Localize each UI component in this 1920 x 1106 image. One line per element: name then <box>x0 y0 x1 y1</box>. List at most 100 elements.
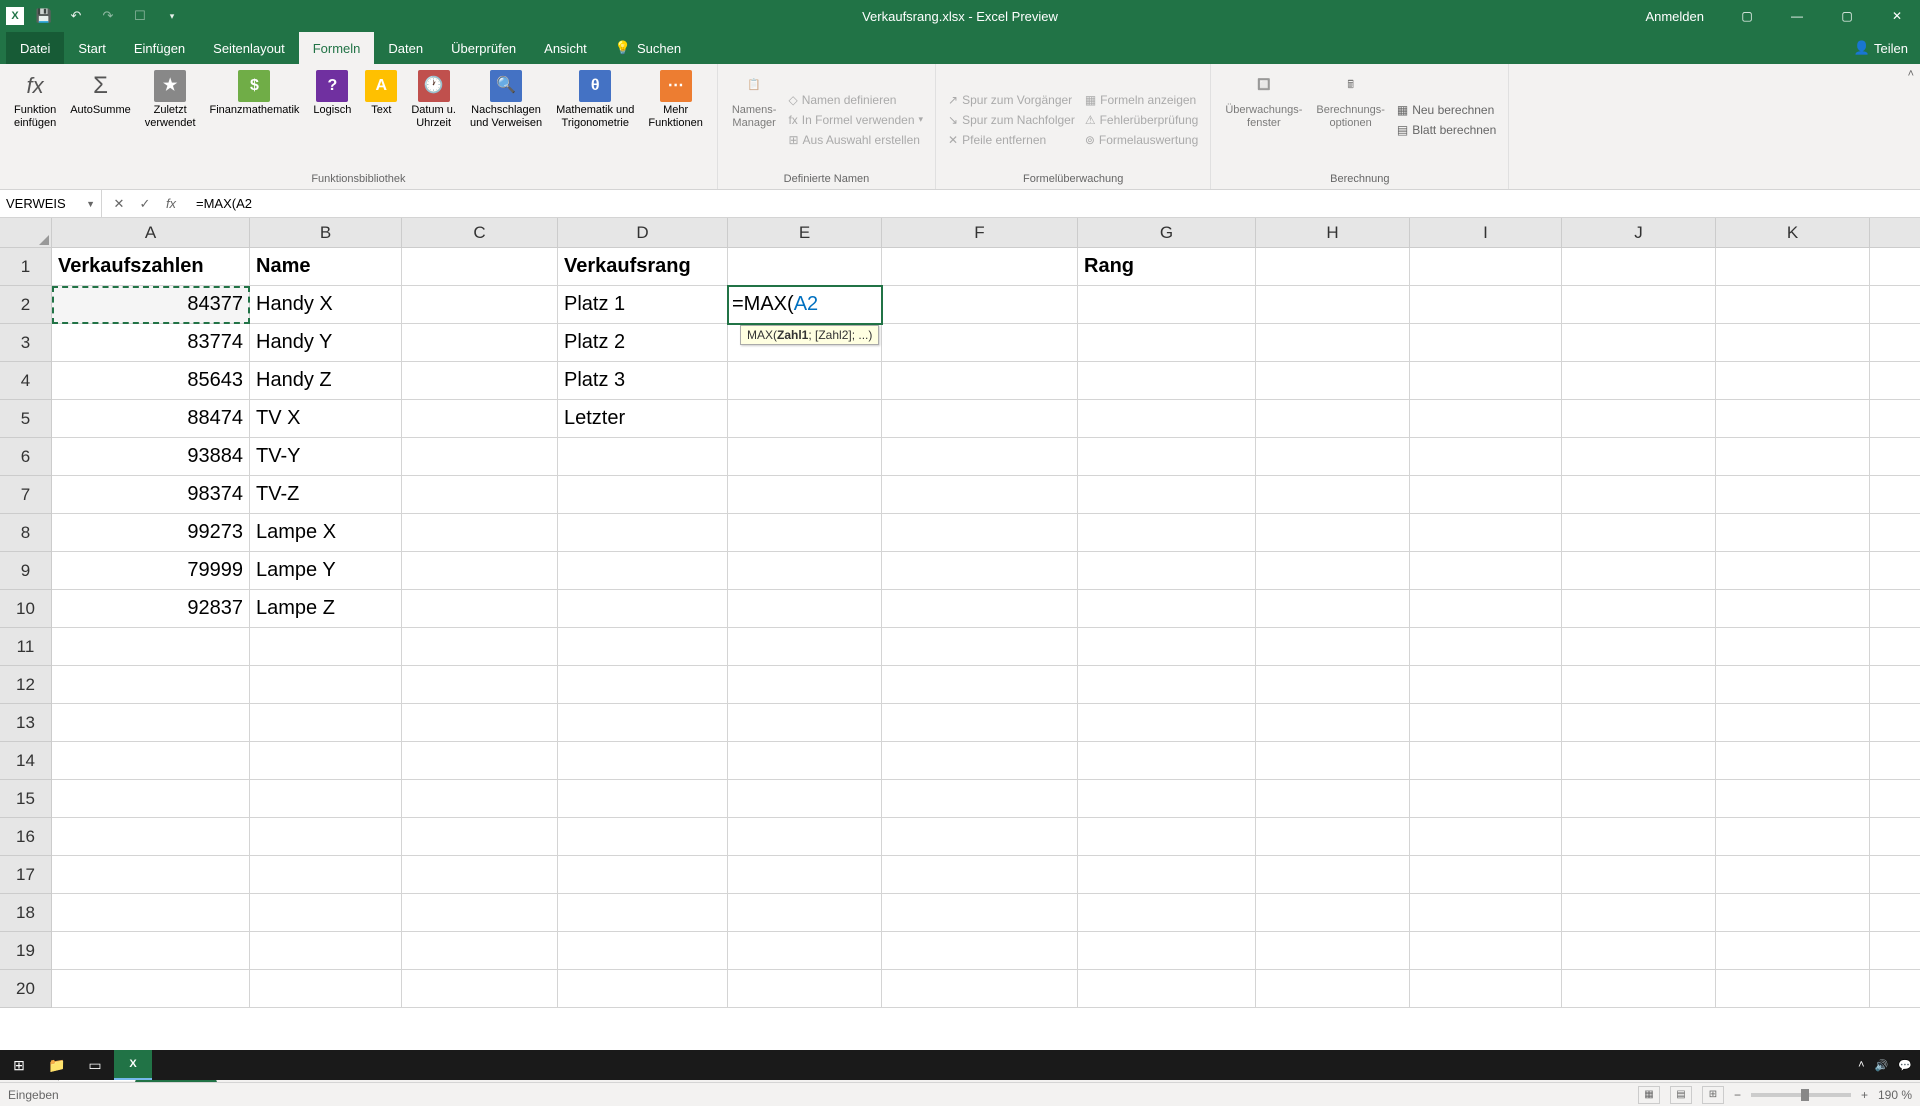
cell-K2[interactable] <box>1716 286 1870 324</box>
cell-C16[interactable] <box>402 818 558 856</box>
cell-J20[interactable] <box>1562 970 1716 1008</box>
cell-B8[interactable]: Lampe X <box>250 514 402 552</box>
cell-C14[interactable] <box>402 742 558 780</box>
cell-A17[interactable] <box>52 856 250 894</box>
column-header-A[interactable]: A <box>52 218 250 248</box>
calc-sheet-button[interactable]: ▤Blatt berechnen <box>1393 121 1500 139</box>
cell-G17[interactable] <box>1078 856 1256 894</box>
cell-F19[interactable] <box>882 932 1078 970</box>
cell-x20[interactable] <box>1870 970 1920 1008</box>
cell-C11[interactable] <box>402 628 558 666</box>
save-icon[interactable]: 💾 <box>32 4 56 28</box>
cell-x16[interactable] <box>1870 818 1920 856</box>
cell-F6[interactable] <box>882 438 1078 476</box>
cell-H2[interactable] <box>1256 286 1410 324</box>
cell-A10[interactable]: 92837 <box>52 590 250 628</box>
cell-C15[interactable] <box>402 780 558 818</box>
cell-E7[interactable] <box>728 476 882 514</box>
tab-data[interactable]: Daten <box>374 32 437 64</box>
cell-J7[interactable] <box>1562 476 1716 514</box>
page-layout-view-icon[interactable]: ▤ <box>1670 1086 1692 1104</box>
cell-A19[interactable] <box>52 932 250 970</box>
cell-A6[interactable]: 93884 <box>52 438 250 476</box>
cell-C9[interactable] <box>402 552 558 590</box>
cell-E14[interactable] <box>728 742 882 780</box>
cell-G1[interactable]: Rang <box>1078 248 1256 286</box>
cell-E18[interactable] <box>728 894 882 932</box>
cell-I11[interactable] <box>1410 628 1562 666</box>
cell-F20[interactable] <box>882 970 1078 1008</box>
column-header-G[interactable]: G <box>1078 218 1256 248</box>
cell-J15[interactable] <box>1562 780 1716 818</box>
cell-J1[interactable] <box>1562 248 1716 286</box>
zoom-in-button[interactable]: + <box>1861 1088 1868 1102</box>
cell-H7[interactable] <box>1256 476 1410 514</box>
cell-I6[interactable] <box>1410 438 1562 476</box>
cell-B3[interactable]: Handy Y <box>250 324 402 362</box>
cell-I5[interactable] <box>1410 400 1562 438</box>
create-from-selection-button[interactable]: ⊞Aus Auswahl erstellen <box>784 131 927 149</box>
cell-C4[interactable] <box>402 362 558 400</box>
column-header-J[interactable]: J <box>1562 218 1716 248</box>
cell-B2[interactable]: Handy X <box>250 286 402 324</box>
cell-I7[interactable] <box>1410 476 1562 514</box>
cell-D8[interactable] <box>558 514 728 552</box>
cell-A3[interactable]: 83774 <box>52 324 250 362</box>
cell-G14[interactable] <box>1078 742 1256 780</box>
cell-I20[interactable] <box>1410 970 1562 1008</box>
cell-I16[interactable] <box>1410 818 1562 856</box>
cell-C18[interactable] <box>402 894 558 932</box>
cell-H11[interactable] <box>1256 628 1410 666</box>
evaluate-formula-button[interactable]: ⊚Formelauswertung <box>1081 131 1203 149</box>
cell-F7[interactable] <box>882 476 1078 514</box>
cell-A18[interactable] <box>52 894 250 932</box>
cell-F15[interactable] <box>882 780 1078 818</box>
file-explorer-icon[interactable]: 📁 <box>38 1050 76 1080</box>
cell-C7[interactable] <box>402 476 558 514</box>
cell-C6[interactable] <box>402 438 558 476</box>
cell-D15[interactable] <box>558 780 728 818</box>
cell-K14[interactable] <box>1716 742 1870 780</box>
cell-A13[interactable] <box>52 704 250 742</box>
cell-F12[interactable] <box>882 666 1078 704</box>
cell-F8[interactable] <box>882 514 1078 552</box>
cell-A5[interactable]: 88474 <box>52 400 250 438</box>
name-box-dropdown-icon[interactable]: ▼ <box>86 199 95 209</box>
recent-button[interactable]: ★ Zuletzt verwendet <box>139 68 202 171</box>
cell-H14[interactable] <box>1256 742 1410 780</box>
cell-x12[interactable] <box>1870 666 1920 704</box>
cell-J14[interactable] <box>1562 742 1716 780</box>
row-header-6[interactable]: 6 <box>0 438 52 476</box>
cell-x6[interactable] <box>1870 438 1920 476</box>
cell-H6[interactable] <box>1256 438 1410 476</box>
cell-H5[interactable] <box>1256 400 1410 438</box>
cell-I9[interactable] <box>1410 552 1562 590</box>
cell-G7[interactable] <box>1078 476 1256 514</box>
cell-J19[interactable] <box>1562 932 1716 970</box>
cell-G9[interactable] <box>1078 552 1256 590</box>
cell-x5[interactable] <box>1870 400 1920 438</box>
cell-F2[interactable] <box>882 286 1078 324</box>
column-header-B[interactable]: B <box>250 218 402 248</box>
qat-customize-icon[interactable]: ▾ <box>160 4 184 28</box>
enter-formula-button[interactable]: ✓ <box>132 196 158 212</box>
cell-D2[interactable]: Platz 1 <box>558 286 728 324</box>
cell-J6[interactable] <box>1562 438 1716 476</box>
cell-K6[interactable] <box>1716 438 1870 476</box>
cell-F14[interactable] <box>882 742 1078 780</box>
define-name-button[interactable]: ◇Namen definieren <box>784 91 927 109</box>
row-header-18[interactable]: 18 <box>0 894 52 932</box>
row-header-7[interactable]: 7 <box>0 476 52 514</box>
cell-F17[interactable] <box>882 856 1078 894</box>
cell-x4[interactable] <box>1870 362 1920 400</box>
cell-E4[interactable] <box>728 362 882 400</box>
cell-I4[interactable] <box>1410 362 1562 400</box>
page-break-view-icon[interactable]: ⊞ <box>1702 1086 1724 1104</box>
insert-function-button[interactable]: fx Funktion einfügen <box>8 68 62 171</box>
ribbon-display-icon[interactable]: ▢ <box>1724 0 1770 32</box>
touch-mode-icon[interactable]: ☐ <box>128 4 152 28</box>
cell-K3[interactable] <box>1716 324 1870 362</box>
calc-now-button[interactable]: ▦Neu berechnen <box>1393 101 1500 119</box>
minimize-button[interactable]: — <box>1774 0 1820 32</box>
sign-in-link[interactable]: Anmelden <box>1629 9 1720 24</box>
